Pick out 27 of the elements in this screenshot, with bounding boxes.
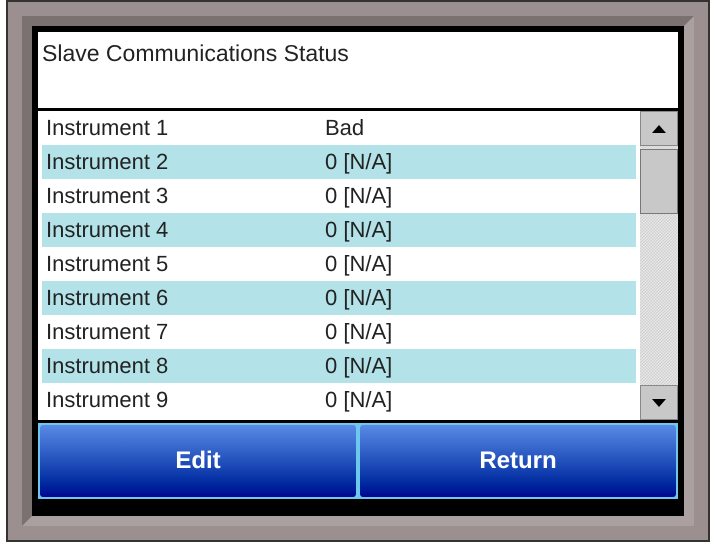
instrument-name: Instrument 4 [45,219,170,241]
instrument-name: Instrument 8 [45,355,170,377]
scroll-up-button[interactable] [640,111,678,146]
status-value: 0 [N/A] [325,355,392,377]
status-value: 0 [N/A] [325,185,392,207]
scroll-thumb[interactable] [640,149,678,214]
up-arrow-icon [652,124,666,132]
status-value: Bad [325,117,364,139]
down-arrow-icon [652,398,666,406]
status-value: 0 [N/A] [325,151,392,173]
instrument-name: Instrument 7 [45,321,170,343]
action-button[interactable]: Return [360,425,676,497]
scrollbar[interactable] [640,111,678,420]
action-button[interactable]: Edit [40,425,356,497]
status-value: 0 [N/A] [325,389,392,411]
status-value: 0 [N/A] [325,219,392,241]
instrument-name: Instrument 2 [45,151,170,173]
instrument-name: Instrument 5 [45,253,170,275]
screen-title: Slave Communications Status [42,40,349,66]
status-value: 0 [N/A] [325,253,392,275]
scroll-down-button[interactable] [640,385,678,420]
instrument-name: Instrument 6 [45,287,170,309]
status-value: 0 [N/A] [325,321,392,343]
instrument-name: Instrument 3 [45,185,170,207]
instrument-name: Instrument 1 [45,117,170,139]
status-value: 0 [N/A] [325,287,392,309]
instrument-name: Instrument 9 [45,389,170,411]
